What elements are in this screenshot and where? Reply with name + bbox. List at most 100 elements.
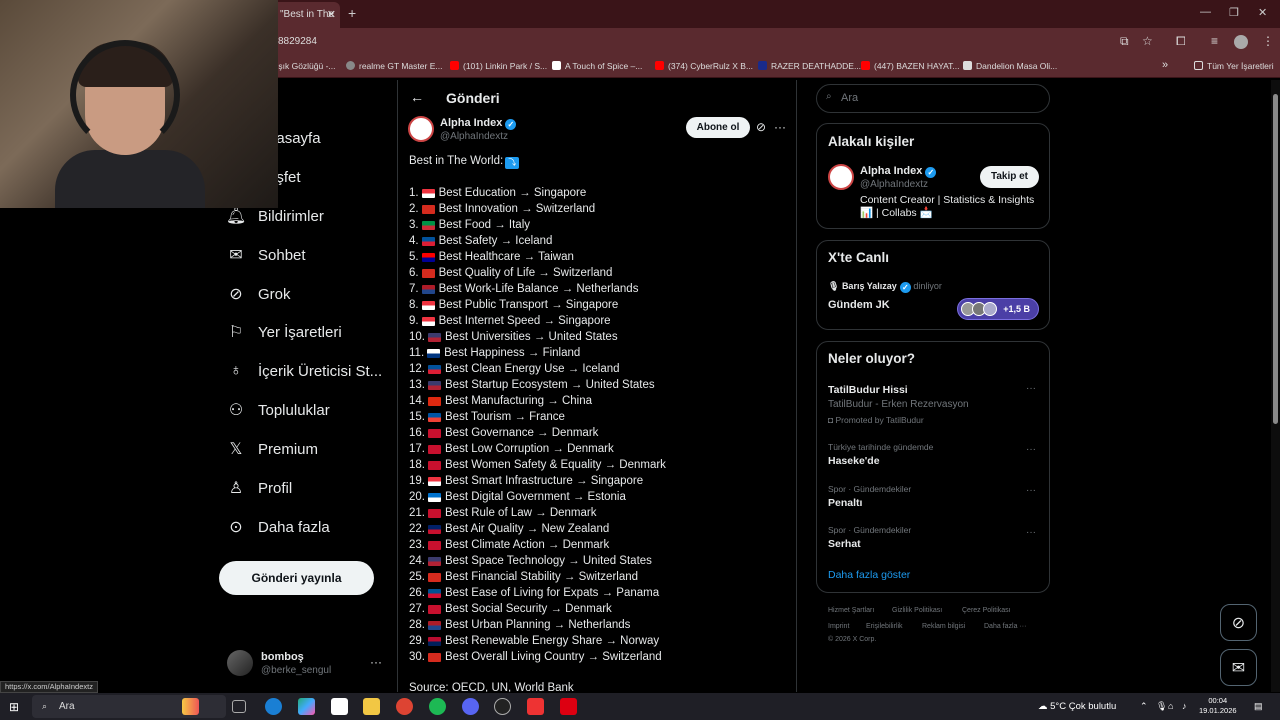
menu-kebab-icon[interactable]: ⋮ [1262, 34, 1274, 48]
new-tab-icon[interactable]: + [348, 5, 356, 21]
network-icon[interactable]: ⌂ [1168, 701, 1173, 711]
edge-icon[interactable] [265, 698, 282, 715]
star-icon[interactable]: ☆ [1142, 34, 1153, 48]
install-app-icon[interactable]: ⧉ [1120, 34, 1129, 49]
app-v-icon[interactable] [560, 698, 577, 715]
trend-more-icon[interactable]: ··· [1026, 444, 1036, 455]
live-listeners-pill[interactable]: +1,5 B [957, 298, 1039, 320]
subscribe-button[interactable]: Abone ol [686, 117, 750, 138]
spotify-icon[interactable] [429, 698, 446, 715]
nav-item-profile[interactable]: ♙ Profil [226, 472, 292, 504]
list-item-text: Best Work-Life Balance → Netherlands [438, 283, 639, 295]
bookmark-item[interactable]: (101) Linkin Park / S... [450, 61, 547, 71]
verified-icon: ✓ [505, 119, 517, 130]
flag-icon [421, 268, 435, 278]
follow-button[interactable]: Takip et [980, 166, 1039, 188]
restore-icon[interactable]: ❐ [1229, 6, 1239, 19]
bookmarks-overflow-icon[interactable]: » [1162, 59, 1168, 71]
grok-icon[interactable]: ⊘ [756, 120, 766, 134]
list-item-number: 10. [409, 331, 425, 343]
trend-more-icon[interactable]: ··· [1026, 485, 1036, 496]
footer-link[interactable]: Reklam bilgisi [922, 623, 965, 630]
tray-chevron-icon[interactable]: ⌃ [1140, 701, 1148, 712]
author-name[interactable]: Alpha Index ✓ [440, 117, 517, 130]
clock[interactable]: 00:04 19.01.2026 [1199, 696, 1237, 716]
footer-link[interactable]: Çerez Politikası [962, 607, 1011, 614]
minimize-icon[interactable]: — [1200, 6, 1211, 18]
discord-icon[interactable] [462, 698, 479, 715]
nav-item-bookmarks[interactable]: ⚐ Yer İşaretleri [226, 316, 342, 348]
account-more-icon[interactable]: ··· [370, 655, 382, 669]
list-item: 22. Best Air Quality → New Zealand [409, 523, 609, 535]
extensions-icon[interactable]: ⧠ [1176, 34, 1186, 49]
flag-icon [428, 636, 441, 646]
reading-list-icon[interactable]: ≡ [1211, 34, 1218, 48]
trend-more-icon[interactable]: ··· [1026, 527, 1036, 538]
account-avatar[interactable] [227, 650, 253, 676]
back-arrow-icon[interactable]: ← [410, 89, 424, 105]
app-red-icon[interactable] [527, 698, 544, 715]
list-item-number: 16. [409, 427, 425, 439]
bookmark-item[interactable]: Işık Gözlüğü -... [276, 61, 336, 71]
post-more-icon[interactable]: ··· [774, 120, 786, 134]
author-avatar[interactable] [408, 116, 434, 142]
nav-item-premium[interactable]: 𝕏 Premium [226, 433, 318, 465]
footer-link[interactable]: Gizlilik Politikası [892, 607, 942, 614]
scrollbar-thumb[interactable] [1273, 94, 1278, 424]
nav-item-creator-studio[interactable]: ♁ İçerik Üreticisi St... [226, 355, 382, 387]
show-more-link[interactable]: Daha fazla göster [828, 569, 910, 581]
bookmark-item[interactable]: RAZER DEATHADDE... [758, 61, 861, 71]
list-item: 24. Best Space Technology → United States [409, 555, 652, 567]
footer-link[interactable]: Imprint [828, 623, 849, 630]
bookmark-item[interactable]: Dandelion Masa Oli... [963, 61, 1057, 71]
nav-item-communities[interactable]: ⚇ Topluluklar [226, 394, 330, 426]
verified-icon: ✓ [899, 282, 911, 293]
related-avatar[interactable] [828, 164, 854, 190]
footer-link[interactable]: Hizmet Şartları [828, 607, 874, 614]
nav-item-chat[interactable]: ✉ Sohbet [226, 239, 305, 271]
list-item-text: Best Smart Infrastructure → Singapore [445, 475, 644, 487]
obs-icon[interactable] [494, 698, 511, 715]
profile-avatar-icon[interactable] [1234, 35, 1248, 49]
url-text[interactable]: 8829284 [278, 36, 317, 47]
flag-icon [428, 540, 441, 550]
mic-icon[interactable]: 🎙︎ [1156, 701, 1167, 712]
search-input[interactable]: Ara [816, 84, 1050, 113]
task-view-icon[interactable] [232, 700, 246, 713]
author-handle[interactable]: @AlphaIndextz [440, 131, 508, 142]
close-window-icon[interactable]: ✕ [1258, 6, 1267, 19]
live-card[interactable]: X'te Canlı 🎙︎ Barış Yalızay ✓ dinliyor Gü… [816, 240, 1050, 330]
notification-icon[interactable]: ▤ [1254, 701, 1263, 712]
nav-item-more[interactable]: ⊙ Daha fazla [226, 511, 329, 543]
nav-item-grok[interactable]: ⊘ Grok [226, 278, 290, 310]
all-bookmarks[interactable]: Tüm Yer İşaretleri [1194, 61, 1274, 71]
bookmark-item[interactable]: realme GT Master E... [346, 61, 442, 71]
weather-widget[interactable]: ☁ 5°C Çok bulutlu [1038, 701, 1116, 712]
messages-fab-icon[interactable]: ✉ [1220, 649, 1257, 686]
list-item-number: 19. [409, 475, 425, 487]
related-name[interactable]: Alpha Index ✓ [860, 165, 937, 178]
account-name[interactable]: bomboş [261, 651, 304, 663]
file-explorer-icon[interactable] [363, 698, 380, 715]
store-icon[interactable] [331, 698, 348, 715]
bookmark-item[interactable]: (374) CyberRulz X B... [655, 61, 753, 71]
youtube-icon [861, 61, 870, 70]
browser-tab[interactable]: "Best in The ✕ [270, 2, 340, 28]
chrome-icon[interactable] [396, 698, 413, 715]
tab-close-icon[interactable]: ✕ [327, 8, 336, 21]
footer-link[interactable]: Erişilebilirlik [866, 623, 903, 630]
list-item-number: 27. [409, 603, 425, 615]
post-button[interactable]: Gönderi yayınla [219, 561, 374, 595]
volume-icon[interactable]: ♪ [1182, 701, 1187, 711]
list-item-number: 6. [409, 267, 419, 279]
grok-fab-icon[interactable]: ⊘ [1220, 604, 1257, 641]
list-item: 10. Best Universities → United States [409, 331, 618, 343]
bookmark-item[interactable]: A Touch of Spice –... [552, 61, 642, 71]
trend-more-icon[interactable]: ··· [1026, 383, 1036, 394]
copilot-icon[interactable] [298, 698, 315, 715]
windows-start-icon[interactable]: ⊞ [9, 700, 19, 714]
webcam-overlay [0, 0, 278, 208]
footer-link[interactable]: Daha fazla ··· [984, 623, 1026, 630]
bookmark-item[interactable]: (447) BAZEN HAYAT... [861, 61, 960, 71]
list-item-text: Best Universities → United States [445, 331, 618, 343]
